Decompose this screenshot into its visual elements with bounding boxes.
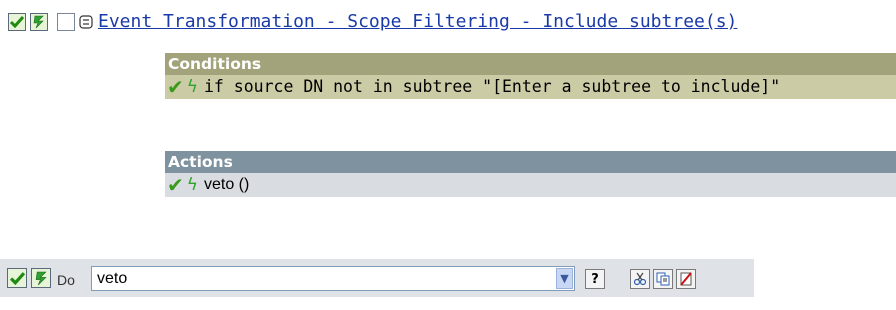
rule-title-link[interactable]: Event Transformation - Scope Filtering -… — [98, 11, 737, 33]
cut-button[interactable] — [630, 269, 650, 289]
delete-icon — [680, 272, 692, 286]
rule-select-checkbox[interactable] — [57, 13, 75, 31]
rule-trace-lightning-icon[interactable] — [30, 13, 48, 31]
help-icon: ? — [591, 271, 599, 287]
checkmark-icon — [10, 16, 24, 28]
action-row[interactable]: ✔ ϟ veto () — [165, 173, 896, 197]
copy-icon — [656, 272, 670, 286]
action-trace-lightning-icon[interactable]: ϟ — [187, 174, 198, 196]
action-select-dropdown[interactable]: veto ▼ — [91, 266, 575, 291]
collapse-icon[interactable] — [79, 14, 93, 29]
condition-enabled-checkmark-icon[interactable]: ✔ — [167, 76, 184, 98]
do-label: Do — [57, 272, 75, 288]
checkmark-icon — [9, 271, 25, 285]
lightning-icon — [33, 15, 44, 29]
condition-text[interactable]: if source DN not in subtree "[Enter a su… — [204, 76, 780, 98]
cut-icon — [633, 272, 647, 286]
delete-button[interactable] — [676, 269, 696, 289]
lightning-icon — [35, 271, 47, 285]
do-enabled-checkmark-icon[interactable] — [7, 268, 27, 288]
action-text[interactable]: veto () — [204, 174, 249, 196]
actions-header: Actions — [165, 151, 896, 173]
condition-row[interactable]: ✔ ϟ if source DN not in subtree "[Enter … — [165, 75, 896, 99]
rule-enabled-checkmark-icon[interactable] — [8, 13, 26, 31]
action-select-value: veto — [97, 269, 128, 287]
do-trace-lightning-icon[interactable] — [31, 268, 51, 288]
help-button[interactable]: ? — [585, 269, 605, 289]
chevron-down-icon[interactable]: ▼ — [556, 268, 573, 289]
action-enabled-checkmark-icon[interactable]: ✔ — [167, 174, 184, 196]
conditions-header: Conditions — [165, 53, 896, 75]
condition-trace-lightning-icon[interactable]: ϟ — [187, 76, 198, 98]
copy-button[interactable] — [653, 269, 673, 289]
